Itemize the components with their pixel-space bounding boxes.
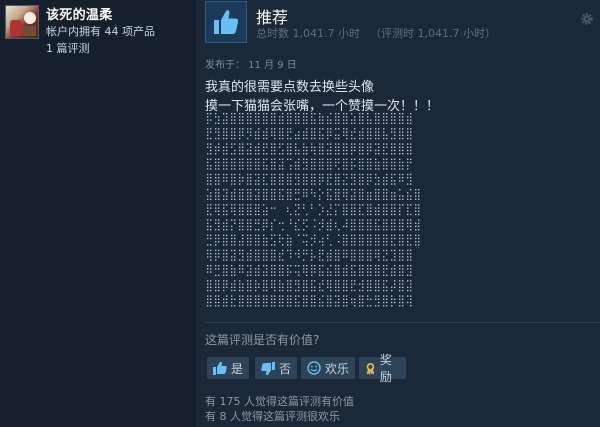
award-button[interactable]: 奖励 [359,353,406,384]
review-count[interactable]: 1 篇评测 [46,40,90,56]
thumbs-up-icon [213,361,227,375]
recommended-thumb-icon[interactable] [205,1,247,43]
playtime: 总时数 1,041.7 小时 （评测时 1,041.7 小时） [256,25,496,41]
posted-date: 发布于： 11 月 9 日 [205,60,297,71]
hours-total: 总时数 1,041.7 小时 [256,27,360,40]
vote-yes-label: 是 [230,361,243,376]
products-owned[interactable]: 帐户内拥有 44 项产品 [46,23,155,39]
vote-funny-button[interactable]: 欢乐 [301,357,355,379]
helpful-count: 有 175 人觉得这篇评测有价值 [205,395,354,408]
thumbs-up-icon [214,10,239,34]
braille-art-image [207,113,420,307]
award-ribbon-icon [366,362,375,375]
divider [205,322,600,323]
review-text-line-1: 我真的很需要点数去换些头像 [205,80,375,95]
vote-no-button[interactable]: 否 [255,357,297,379]
reviewer-panel: 该死的温柔 帐户内拥有 44 项产品 1 篇评测 [0,0,196,427]
reviewer-name[interactable]: 该死的温柔 [46,4,113,23]
hours-at-review: （评测时 1,041.7 小时） [369,27,496,40]
smiley-icon [307,361,321,375]
gear-icon[interactable] [580,12,594,26]
vote-yes-button[interactable]: 是 [207,357,249,379]
funny-count: 有 8 人觉得这篇评测很欢乐 [205,410,340,423]
thumbs-down-icon [261,361,275,375]
award-label: 奖励 [379,353,392,384]
review-text-line-2: 摸一下猫猫会张嘴，一个赞摸一次！！！ [205,99,440,114]
avatar[interactable] [5,5,39,39]
helpful-question: 这篇评测是否有价值? [205,333,320,347]
vote-no-label: 否 [278,361,291,376]
vote-funny-label: 欢乐 [325,361,350,376]
